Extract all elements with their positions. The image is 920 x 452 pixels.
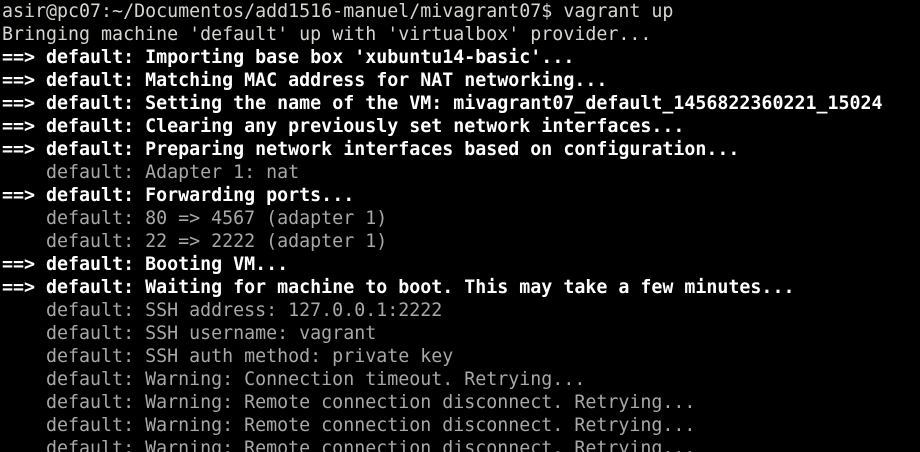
line-text: default: Importing base box 'xubuntu14-b… [46, 47, 575, 68]
terminal-line: default: 22 => 2222 (adapter 1) [2, 230, 883, 253]
terminal-line: ==> default: Matching MAC address for NA… [2, 69, 883, 92]
terminal-line: ==> default: Setting the name of the VM:… [2, 92, 883, 115]
terminal-line: default: Adapter 1: nat [2, 161, 883, 184]
line-text: default: Preparing network interfaces ba… [46, 139, 740, 160]
output-lines: Bringing machine 'default' up with 'virt… [2, 23, 883, 452]
terminal-line: default: Warning: Remote connection disc… [2, 414, 883, 437]
terminal-line: default: Warning: Remote connection disc… [2, 391, 883, 414]
arrow-marker: ==> [2, 70, 47, 91]
arrow-marker: ==> [2, 116, 47, 137]
line-text: default: Warning: Remote connection disc… [2, 392, 696, 413]
terminal-line: default: Warning: Remote connection disc… [2, 437, 883, 452]
line-text: default: Booting VM... [46, 254, 289, 275]
shell-command: vagrant up [563, 1, 674, 22]
terminal-line: ==> default: Preparing network interface… [2, 138, 883, 161]
terminal-line: Bringing machine 'default' up with 'virt… [2, 23, 883, 46]
line-text: default: Setting the name of the VM: miv… [46, 93, 883, 114]
terminal-line: default: SSH auth method: private key [2, 345, 883, 368]
arrow-marker: ==> [2, 47, 47, 68]
terminal-line: default: SSH address: 127.0.0.1:2222 [2, 299, 883, 322]
terminal-window[interactable]: asir@pc07:~/Documentos/add1516-manuel/mi… [0, 0, 920, 452]
arrow-marker: ==> [2, 254, 47, 275]
line-text: default: SSH username: vagrant [2, 323, 377, 344]
arrow-marker: ==> [2, 277, 47, 298]
line-text: default: Clearing any previously set net… [46, 116, 685, 137]
line-text: default: SSH address: 127.0.0.1:2222 [2, 300, 443, 321]
terminal-line: ==> default: Booting VM... [2, 253, 883, 276]
line-text: default: Matching MAC address for NAT ne… [46, 70, 608, 91]
terminal-line: ==> default: Forwarding ports... [2, 184, 883, 207]
shell-prompt: asir@pc07:~/Documentos/add1516-manuel/mi… [2, 1, 564, 22]
terminal-line: ==> default: Waiting for machine to boot… [2, 276, 883, 299]
line-text: default: 22 => 2222 (adapter 1) [2, 231, 388, 252]
line-text: default: 80 => 4567 (adapter 1) [2, 208, 388, 229]
arrow-marker: ==> [2, 139, 47, 160]
terminal-line: default: 80 => 4567 (adapter 1) [2, 207, 883, 230]
arrow-marker: ==> [2, 185, 47, 206]
line-text: default: Adapter 1: nat [2, 162, 300, 183]
line-text: default: Warning: Remote connection disc… [2, 415, 696, 436]
line-text: default: Warning: Connection timeout. Re… [2, 369, 586, 390]
line-text: default: SSH auth method: private key [2, 346, 454, 367]
line-text: default: Waiting for machine to boot. Th… [46, 277, 795, 298]
terminal-output: asir@pc07:~/Documentos/add1516-manuel/mi… [2, 0, 883, 452]
line-text: default: Forwarding ports... [46, 185, 355, 206]
terminal-line: ==> default: Clearing any previously set… [2, 115, 883, 138]
terminal-line: default: SSH username: vagrant [2, 322, 883, 345]
terminal-line: ==> default: Importing base box 'xubuntu… [2, 46, 883, 69]
terminal-line: default: Warning: Connection timeout. Re… [2, 368, 883, 391]
arrow-marker: ==> [2, 93, 47, 114]
prompt-line: asir@pc07:~/Documentos/add1516-manuel/mi… [2, 0, 883, 23]
line-text: Bringing machine 'default' up with 'virt… [2, 24, 652, 45]
line-text: default: Warning: Remote connection disc… [2, 438, 696, 452]
